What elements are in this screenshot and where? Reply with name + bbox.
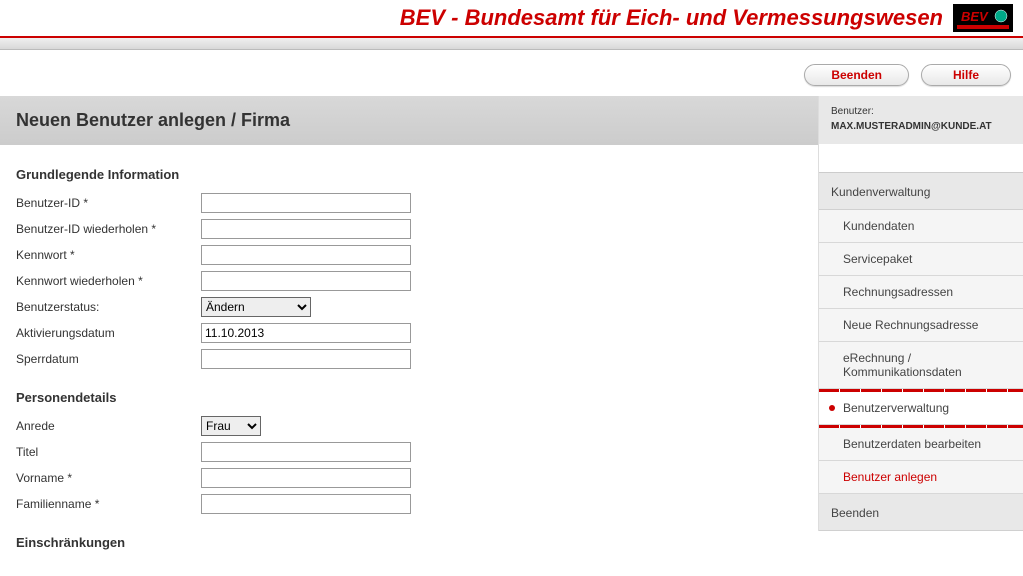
select-anrede[interactable]: Frau: [201, 416, 261, 436]
main-wrap: Neuen Benutzer anlegen / Firma Grundlege…: [0, 96, 1023, 576]
nav-item-benutzerdaten-bearbeiten[interactable]: Benutzerdaten bearbeiten: [819, 428, 1023, 461]
label-benutzerstatus: Benutzerstatus:: [16, 300, 201, 314]
right-sidebar: Benutzer: MAX.MUSTERADMIN@KUNDE.AT Kunde…: [818, 96, 1023, 531]
input-kennwort-wdh[interactable]: [201, 271, 411, 291]
input-sperrdatum[interactable]: [201, 349, 411, 369]
nav-item-servicepaket[interactable]: Servicepaket: [819, 243, 1023, 276]
nav-head-beenden[interactable]: Beenden: [819, 494, 1023, 531]
label-titel: Titel: [16, 445, 201, 459]
nav-section: Kundenverwaltung Kundendaten Servicepake…: [819, 172, 1023, 531]
label-vorname: Vorname *: [16, 471, 201, 485]
input-titel[interactable]: [201, 442, 411, 462]
input-vorname[interactable]: [201, 468, 411, 488]
select-benutzerstatus[interactable]: Ändern: [201, 297, 311, 317]
form-area: Grundlegende Information Benutzer-ID * B…: [0, 145, 818, 576]
label-aktivierungsdatum: Aktivierungsdatum: [16, 326, 201, 340]
header-bar: BEV - Bundesamt für Eich- und Vermessung…: [0, 0, 1023, 38]
input-aktivierungsdatum[interactable]: [201, 323, 411, 343]
beenden-button[interactable]: Beenden: [804, 64, 909, 86]
row-sperrdatum: Sperrdatum: [16, 346, 802, 372]
label-anrede: Anrede: [16, 419, 201, 433]
label-kennwort: Kennwort *: [16, 248, 201, 262]
sub-header-stripe: [0, 38, 1023, 50]
row-kennwort-wdh: Kennwort wiederholen *: [16, 268, 802, 294]
row-anrede: Anrede Frau: [16, 413, 802, 439]
row-vorname: Vorname *: [16, 465, 802, 491]
sidebar-spacer: [819, 144, 1023, 172]
row-titel: Titel: [16, 439, 802, 465]
label-familienname: Familienname *: [16, 497, 201, 511]
section-grundlegende: Grundlegende Information: [16, 167, 802, 182]
row-benutzer-id-wdh: Benutzer-ID wiederholen *: [16, 216, 802, 242]
label-kennwort-wdh: Kennwort wiederholen *: [16, 274, 201, 288]
row-familienname: Familienname *: [16, 491, 802, 517]
label-benutzer-id: Benutzer-ID *: [16, 196, 201, 210]
label-sperrdatum: Sperrdatum: [16, 352, 201, 366]
row-benutzerstatus: Benutzerstatus: Ändern: [16, 294, 802, 320]
input-benutzer-id[interactable]: [201, 193, 411, 213]
row-benutzer-id: Benutzer-ID *: [16, 190, 802, 216]
page-title: Neuen Benutzer anlegen / Firma: [0, 96, 818, 145]
nav-item-erechnung[interactable]: eRechnung / Kommunikationsdaten: [819, 342, 1023, 389]
header-logo: BEV: [953, 4, 1013, 32]
row-aktivierungsdatum: Aktivierungsdatum: [16, 320, 802, 346]
user-value: MAX.MUSTERADMIN@KUNDE.AT: [831, 121, 1011, 132]
nav-item-benutzer-anlegen[interactable]: Benutzer anlegen: [819, 461, 1023, 494]
top-button-row: Beenden Hilfe: [0, 50, 1023, 96]
section-personendetails: Personendetails: [16, 390, 802, 405]
section-einschraenkungen: Einschränkungen: [16, 535, 802, 550]
left-column: Neuen Benutzer anlegen / Firma Grundlege…: [0, 96, 818, 576]
nav-item-benutzerverwaltung[interactable]: Benutzerverwaltung: [819, 392, 1023, 425]
input-familienname[interactable]: [201, 494, 411, 514]
nav-item-rechnungsadressen[interactable]: Rechnungsadressen: [819, 276, 1023, 309]
label-benutzer-id-wdh: Benutzer-ID wiederholen *: [16, 222, 201, 236]
nav-head-kundenverwaltung[interactable]: Kundenverwaltung: [819, 173, 1023, 210]
row-kennwort: Kennwort *: [16, 242, 802, 268]
header-title: BEV - Bundesamt für Eich- und Vermessung…: [400, 5, 943, 31]
nav-item-neue-rechnungsadresse[interactable]: Neue Rechnungsadresse: [819, 309, 1023, 342]
logo-text: BEV: [961, 9, 989, 24]
nav-item-kundendaten[interactable]: Kundendaten: [819, 210, 1023, 243]
user-box: Benutzer: MAX.MUSTERADMIN@KUNDE.AT: [819, 96, 1023, 144]
input-kennwort[interactable]: [201, 245, 411, 265]
hilfe-button[interactable]: Hilfe: [921, 64, 1011, 86]
user-label: Benutzer:: [831, 106, 1011, 117]
input-benutzer-id-wdh[interactable]: [201, 219, 411, 239]
